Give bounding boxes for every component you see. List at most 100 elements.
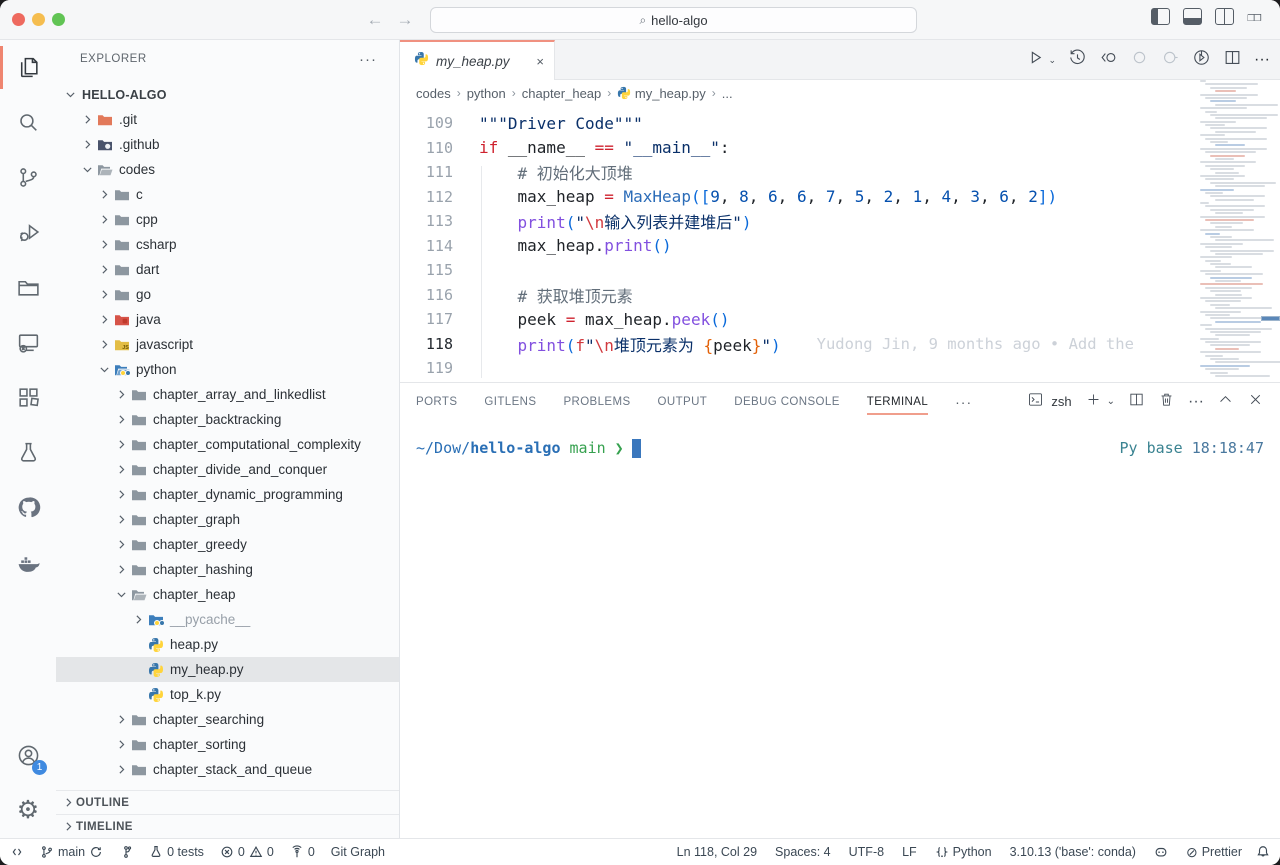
terminal-viewport[interactable]: ~/Dow/hello-algo main ❯ Py base 18:18:47	[416, 439, 1264, 458]
docker-icon[interactable]	[0, 535, 56, 590]
code-line-119[interactable]: 119	[400, 356, 1192, 381]
customize-layout-icon[interactable]	[1247, 8, 1266, 25]
tree-item-chapter-hashing[interactable]: chapter_hashing	[56, 557, 399, 582]
breadcrumb-item[interactable]: chapter_heap	[522, 86, 602, 101]
run-dropdown-icon[interactable]: ⌄	[1048, 55, 1056, 66]
remote-indicator-icon[interactable]	[10, 845, 24, 859]
outline-section[interactable]: OUTLINE	[56, 790, 399, 814]
toggle-panel-icon[interactable]	[1183, 8, 1202, 25]
formatter-status[interactable]: ⊘ Prettier	[1186, 845, 1242, 859]
tree-item--git[interactable]: .git	[56, 107, 399, 132]
tab-my-heap-py[interactable]: my_heap.py ×	[400, 40, 555, 80]
toggle-secondary-sidebar-icon[interactable]	[1215, 8, 1234, 25]
panel-views-more-icon[interactable]: ···	[1188, 393, 1204, 411]
tree-item-c[interactable]: c	[56, 182, 399, 207]
run-debug-icon[interactable]	[0, 205, 56, 260]
explorer-more-actions-icon[interactable]: ···	[359, 51, 377, 68]
tree-item-chapter-array-and-linkedlist[interactable]: chapter_array_and_linkedlist	[56, 382, 399, 407]
branch-status[interactable]: main	[40, 845, 103, 859]
copilot-icon[interactable]	[1154, 845, 1168, 859]
breadcrumb-item[interactable]: codes	[416, 86, 451, 101]
settings-gear-icon[interactable]: ⚙	[0, 783, 56, 838]
explorer-icon[interactable]	[0, 40, 56, 95]
tree-item-cpp[interactable]: cpp	[56, 207, 399, 232]
accounts-icon[interactable]: 1	[0, 728, 56, 783]
panel-tab-terminal[interactable]: TERMINAL	[867, 383, 928, 420]
code-line-110[interactable]: 110if __name__ == "__main__":	[400, 136, 1192, 161]
tree-item-dart[interactable]: dart	[56, 257, 399, 282]
open-changes-icon[interactable]	[1099, 48, 1118, 72]
project-folder-icon[interactable]	[0, 260, 56, 315]
tree-item-chapter-dynamic-programming[interactable]: chapter_dynamic_programming	[56, 482, 399, 507]
remote-explorer-icon[interactable]	[0, 315, 56, 370]
code-line-111[interactable]: 111 # 初始化大顶堆	[400, 160, 1192, 185]
panel-tab-problems[interactable]: PROBLEMS	[563, 383, 630, 420]
tree-item-heap-py[interactable]: heap.py	[56, 632, 399, 657]
split-terminal-icon[interactable]	[1128, 391, 1145, 413]
command-center-search[interactable]: ⌕ hello-algo	[430, 7, 917, 33]
kill-terminal-icon[interactable]	[1158, 391, 1175, 413]
tree-item-chapter-backtracking[interactable]: chapter_backtracking	[56, 407, 399, 432]
tree-item-chapter-greedy[interactable]: chapter_greedy	[56, 532, 399, 557]
history-forward-icon[interactable]: →	[394, 9, 416, 31]
close-panel-icon[interactable]	[1247, 391, 1264, 413]
github-icon[interactable]	[0, 480, 56, 535]
tests-status[interactable]: 0 tests	[149, 845, 204, 859]
panel-tab-debug-console[interactable]: DEBUG CONSOLE	[734, 383, 840, 420]
gitlens-icon[interactable]	[119, 845, 133, 859]
cursor-position-status[interactable]: Ln 118, Col 29	[677, 845, 757, 859]
panel-tab-gitlens[interactable]: GITLENS	[484, 383, 536, 420]
code-line-116[interactable]: 116 # 获取堆顶元素	[400, 283, 1192, 308]
terminal-profile-dropdown-icon[interactable]: ⌄	[1107, 396, 1115, 407]
code-editor[interactable]: 109"""Driver Code"""110if __name__ == "_…	[400, 106, 1192, 382]
tree-item-python[interactable]: python	[56, 357, 399, 382]
code-line-113[interactable]: 113 print("\n输入列表并建堆后")	[400, 209, 1192, 234]
tree-item-top-k-py[interactable]: top_k.py	[56, 682, 399, 707]
macos-close-button[interactable]	[12, 13, 25, 26]
tree-item-chapter-searching[interactable]: chapter_searching	[56, 707, 399, 732]
indentation-status[interactable]: Spaces: 4	[775, 845, 831, 859]
code-line-112[interactable]: 112 max_heap = MaxHeap([9, 8, 6, 6, 7, 5…	[400, 185, 1192, 210]
encoding-status[interactable]: UTF-8	[849, 845, 884, 859]
tab-close-icon[interactable]: ×	[536, 54, 544, 69]
feedback-status[interactable]: 0	[290, 845, 315, 859]
tree-item-chapter-computational-complexity[interactable]: chapter_computational_complexity	[56, 432, 399, 457]
timeline-history-icon[interactable]	[1068, 48, 1087, 72]
code-line-115[interactable]: 115	[400, 258, 1192, 283]
git-graph-status[interactable]: Git Graph	[331, 845, 385, 859]
macos-zoom-button[interactable]	[52, 13, 65, 26]
testing-icon[interactable]	[0, 425, 56, 480]
tree-item-root[interactable]: HELLO-ALGO	[56, 82, 399, 107]
new-terminal-icon[interactable]	[1085, 391, 1102, 413]
tree-item-csharp[interactable]: csharp	[56, 232, 399, 257]
tree-item-go[interactable]: go	[56, 282, 399, 307]
tree-item-chapter-stack-and-queue[interactable]: chapter_stack_and_queue	[56, 757, 399, 782]
tree-item-chapter-heap[interactable]: chapter_heap	[56, 582, 399, 607]
code-line-114[interactable]: 114 max_heap.print()	[400, 234, 1192, 259]
tree-item-codes[interactable]: codes	[56, 157, 399, 182]
tree-item-my-heap-py[interactable]: my_heap.py	[56, 657, 399, 682]
search-sidebar-icon[interactable]	[0, 95, 56, 150]
panel-tab-ports[interactable]: PORTS	[416, 383, 457, 420]
tree-item-chapter-divide-and-conquer[interactable]: chapter_divide_and_conquer	[56, 457, 399, 482]
tree-item-chapter-sorting[interactable]: chapter_sorting	[56, 732, 399, 757]
code-line-109[interactable]: 109"""Driver Code"""	[400, 111, 1192, 136]
breadcrumb-item[interactable]: ...	[722, 86, 733, 101]
code-line-117[interactable]: 117 peek = max_heap.peek()	[400, 307, 1192, 332]
python-interpreter-status[interactable]: 3.10.13 ('base': conda)	[1010, 845, 1136, 859]
tree-item-javascript[interactable]: JSjavascript	[56, 332, 399, 357]
source-control-icon[interactable]	[0, 150, 56, 205]
language-mode-status[interactable]: Python	[935, 845, 992, 859]
toggle-primary-sidebar-icon[interactable]	[1151, 8, 1170, 25]
notifications-bell-icon[interactable]	[1256, 845, 1270, 859]
history-back-icon[interactable]: ←	[364, 9, 386, 31]
tree-item--pycache-[interactable]: __pycache__	[56, 607, 399, 632]
tree-item-java[interactable]: java	[56, 307, 399, 332]
tree-item--github[interactable]: .github	[56, 132, 399, 157]
problems-status[interactable]: 0 0	[220, 845, 274, 859]
eol-status[interactable]: LF	[902, 845, 917, 859]
panel-more-tabs-icon[interactable]: ···	[955, 394, 972, 410]
breadcrumb-item[interactable]: my_heap.py	[617, 86, 705, 101]
breadcrumb-item[interactable]: python	[467, 86, 506, 101]
run-python-file-button[interactable]	[1026, 48, 1045, 72]
